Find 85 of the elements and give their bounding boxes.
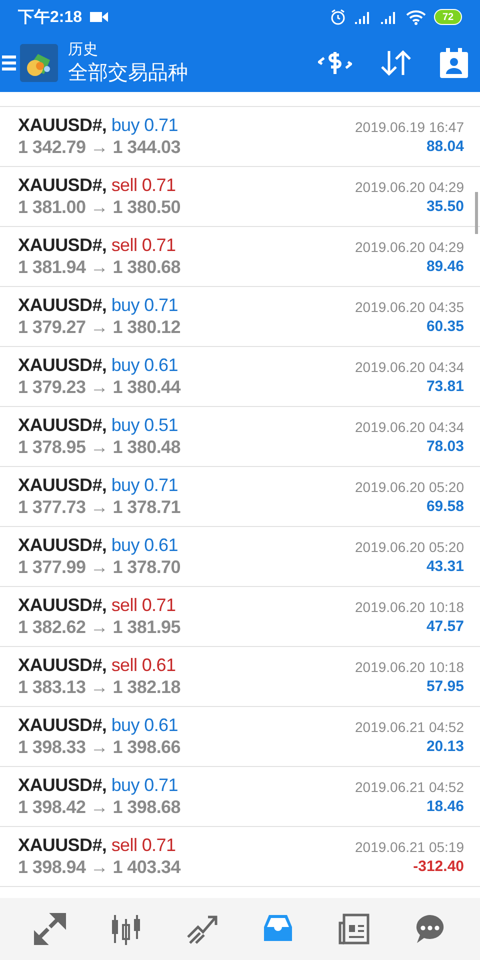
order-type: buy 0.61: [111, 355, 178, 375]
profit-value: 47.57: [426, 618, 464, 634]
symbol-name: XAUUSD#,: [18, 175, 107, 195]
symbol-name: XAUUSD#,: [18, 115, 107, 135]
profit-value: 57.95: [426, 678, 464, 694]
profit-value: 60.35: [426, 318, 464, 334]
price-range: 1 398.42 → 1 398.68: [18, 797, 182, 818]
order-type: buy 0.71: [111, 295, 178, 315]
battery-level: 72: [434, 9, 462, 25]
price-range: 1 398.33 → 1 398.66: [18, 737, 182, 758]
price-range: 1 379.23 → 1 380.44: [18, 377, 182, 398]
symbol-name: XAUUSD#,: [18, 595, 107, 615]
symbol-name: XAUUSD#,: [18, 775, 107, 795]
screen-title: 历史: [68, 40, 99, 59]
newspaper-icon[interactable]: [338, 913, 370, 945]
deal-time: 2019.06.20 04:35: [355, 298, 464, 314]
video-icon: [90, 11, 108, 23]
price-range: 1 377.73 → 1 378.71: [18, 497, 182, 518]
profit-value: 18.46: [426, 798, 464, 814]
profit-value: -312.40: [413, 858, 464, 874]
chat-bubble-icon[interactable]: [414, 913, 446, 945]
sort-icon[interactable]: [380, 49, 412, 77]
symbol-name: XAUUSD#,: [18, 475, 107, 495]
symbol-name: XAUUSD#,: [18, 235, 107, 255]
symbol-name: XAUUSD#,: [18, 535, 107, 555]
wifi-icon: [406, 10, 426, 24]
calendar-contact-icon[interactable]: [440, 48, 468, 78]
profit-value: 78.03: [426, 438, 464, 454]
price-range: 1 378.95 → 1 380.48: [18, 437, 182, 458]
deal-time: 2019.06.21 04:52: [355, 778, 464, 794]
signal-icon: [354, 10, 372, 24]
price-range: 1 381.00 → 1 380.50: [18, 197, 182, 218]
trend-line-icon[interactable]: [186, 913, 218, 945]
scrollbar: [475, 192, 478, 234]
price-range: 1 379.27 → 1 380.12: [18, 317, 182, 338]
deal-time: 2019.06.20 10:18: [355, 598, 464, 614]
profit-value: 88.04: [426, 138, 464, 154]
profit-value: 20.13: [426, 738, 464, 754]
deal-time: 2019.06.20 04:29: [355, 238, 464, 254]
order-type: sell 0.71: [111, 235, 176, 255]
quotes-arrows-icon[interactable]: [34, 913, 66, 945]
signal-icon: [380, 10, 398, 24]
deal-time: 2019.06.20 10:18: [355, 658, 464, 674]
clock-time: 下午2:18: [18, 8, 82, 28]
order-type: sell 0.71: [111, 595, 176, 615]
deal-time: 2019.06.21 04:52: [355, 718, 464, 734]
profit-value: 89.46: [426, 258, 464, 274]
symbol-name: XAUUSD#,: [18, 415, 107, 435]
symbol-filter[interactable]: 全部交易品种: [68, 59, 318, 86]
app-logo: [20, 44, 58, 82]
symbol-name: XAUUSD#,: [18, 295, 107, 315]
profit-value: 69.58: [426, 498, 464, 514]
price-range: 1 382.62 → 1 381.95: [18, 617, 182, 638]
price-range: 1 398.94 → 1 403.34: [18, 857, 182, 878]
price-range: 1 377.99 → 1 378.70: [18, 557, 182, 578]
deal-time: 2019.06.20 05:20: [355, 478, 464, 494]
profit-value: 35.50: [426, 198, 464, 214]
candlestick-chart-icon[interactable]: [110, 913, 142, 945]
price-range: 1 342.79 → 1 344.03: [18, 137, 182, 158]
deal-time: 2019.06.20 04:34: [355, 358, 464, 374]
symbol-name: XAUUSD#,: [18, 655, 107, 675]
profit-value: 73.81: [426, 378, 464, 394]
deal-time: 2019.06.20 04:34: [355, 418, 464, 434]
order-type: sell 0.71: [111, 175, 176, 195]
order-type: sell 0.71: [111, 835, 176, 855]
profit-value: 43.31: [426, 558, 464, 574]
alarm-icon: [330, 9, 346, 25]
price-range: 1 381.94 → 1 380.68: [18, 257, 182, 278]
order-type: buy 0.71: [111, 775, 178, 795]
symbol-name: XAUUSD#,: [18, 715, 107, 735]
deal-time: 2019.06.21 05:19: [355, 838, 464, 854]
deal-time: 2019.06.20 04:29: [355, 178, 464, 194]
deal-time: 2019.06.19 16:47: [355, 118, 464, 134]
menu-icon[interactable]: [0, 55, 18, 71]
order-type: buy 0.61: [111, 535, 178, 555]
order-type: buy 0.71: [111, 115, 178, 135]
order-type: buy 0.71: [111, 475, 178, 495]
order-type: sell 0.61: [111, 655, 176, 675]
symbol-name: XAUUSD#,: [18, 355, 107, 375]
price-range: 1 383.13 → 1 382.18: [18, 677, 182, 698]
currency-exchange-icon[interactable]: [318, 49, 352, 77]
deal-time: 2019.06.20 05:20: [355, 538, 464, 554]
symbol-name: XAUUSD#,: [18, 835, 107, 855]
order-type: buy 0.51: [111, 415, 178, 435]
order-type: buy 0.61: [111, 715, 178, 735]
